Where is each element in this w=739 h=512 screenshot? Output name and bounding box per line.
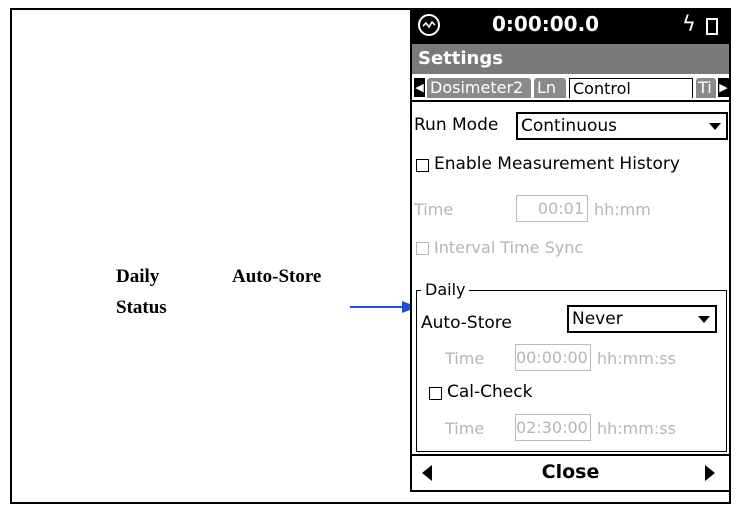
lightning-icon: ϟ xyxy=(682,12,696,36)
auto-store-dropdown[interactable]: Never xyxy=(567,305,717,333)
enable-history-label: Enable Measurement History xyxy=(434,154,680,174)
battery-icon xyxy=(706,18,718,35)
dropdown-caret-icon xyxy=(709,123,721,130)
enable-history-checkbox[interactable] xyxy=(416,159,429,172)
meter-logo-icon xyxy=(418,14,440,36)
cal-check-label: Cal-Check xyxy=(447,382,533,402)
run-mode-value: Continuous xyxy=(521,116,618,136)
run-mode-dropdown[interactable]: Continuous xyxy=(516,112,728,140)
close-button[interactable]: Close xyxy=(412,461,729,483)
tab-scroll-left[interactable]: ◀ xyxy=(414,78,425,97)
page-title: Settings xyxy=(412,44,729,74)
daily-group: Daily Auto-Store Never Time 00:00:00 hh:… xyxy=(416,280,727,452)
cal-check-time-field[interactable]: 02:30:00 xyxy=(515,414,591,441)
cal-check-time-unit: hh:mm:ss xyxy=(597,419,676,438)
elapsed-time: 0:00:00.0 xyxy=(492,12,600,36)
cal-check-time-label: Time xyxy=(445,419,485,438)
bottom-bar: Close xyxy=(412,454,729,490)
cal-check-checkbox[interactable] xyxy=(429,387,442,400)
tab-strip: ◀ Dosimeter2 Ln Control Ti ▶ xyxy=(412,76,729,102)
auto-store-value: Never xyxy=(572,309,623,329)
tab-dosimeter2[interactable]: Dosimeter2 xyxy=(427,78,531,98)
callout-daily: Daily xyxy=(116,266,160,287)
auto-store-time-label: Time xyxy=(445,349,485,368)
history-time-unit: hh:mm xyxy=(594,200,651,219)
run-mode-label: Run Mode xyxy=(414,115,499,135)
auto-store-time-field[interactable]: 00:00:00 xyxy=(515,344,591,371)
tab-scroll-right[interactable]: ▶ xyxy=(718,78,729,97)
daily-legend: Daily xyxy=(421,280,470,300)
auto-store-time-unit: hh:mm:ss xyxy=(597,349,676,368)
status-bar: 0:00:00.0 ϟ xyxy=(412,10,729,44)
history-time-field[interactable]: 00:01 xyxy=(516,195,588,222)
interval-sync-checkbox[interactable] xyxy=(416,242,429,255)
tab-ln[interactable]: Ln xyxy=(534,78,566,98)
tab-ti[interactable]: Ti xyxy=(696,78,716,98)
tab-control[interactable]: Control xyxy=(569,78,693,98)
history-time-label: Time xyxy=(414,200,454,219)
chevron-right-icon[interactable] xyxy=(705,465,715,481)
interval-sync-label: Interval Time Sync xyxy=(434,238,584,257)
device-screen: 0:00:00.0 ϟ Settings ◀ Dosimeter2 Ln Con… xyxy=(410,8,731,492)
callout-status: Status xyxy=(116,297,167,318)
auto-store-label: Auto-Store xyxy=(421,313,512,333)
dropdown-caret-icon xyxy=(698,316,710,323)
callout-auto-store: Auto-Store xyxy=(232,266,322,287)
